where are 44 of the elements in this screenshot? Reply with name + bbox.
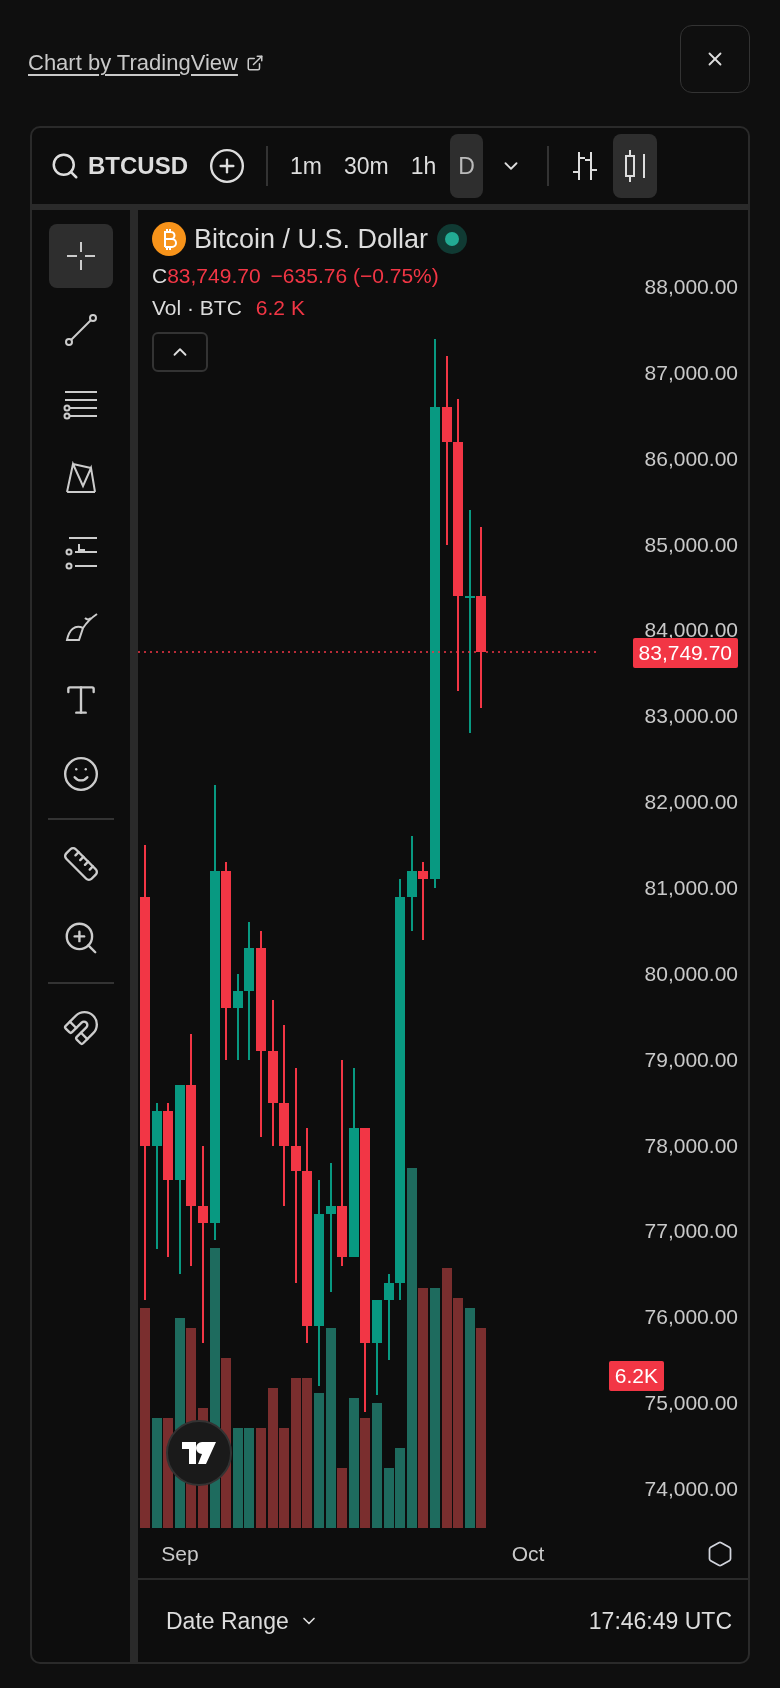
price-axis-label: 87,000.00	[644, 360, 738, 384]
last-price-tag: 83,749.70	[632, 638, 738, 668]
symbol-search-button[interactable]: BTCUSD	[50, 151, 196, 181]
symbol-label: BTCUSD	[88, 152, 188, 180]
volume-value: 6.2 K	[255, 296, 305, 320]
interval-button[interactable]: 1m	[282, 134, 330, 198]
price-axis-label: 88,000.00	[644, 275, 738, 298]
interval-button[interactable]: 30m	[335, 134, 397, 198]
price-axis-label: 75,000.00	[644, 1391, 738, 1415]
plus-icon	[208, 147, 246, 185]
price-axis-label: 77,000.00	[644, 1219, 738, 1243]
magnet-icon	[62, 1009, 100, 1047]
clock-text: 17:46:49 UTC	[588, 1607, 732, 1635]
price-axis-label: 79,000.00	[644, 1047, 738, 1071]
interval-button[interactable]: 1h	[402, 134, 445, 198]
price-axis-label: 86,000.00	[644, 446, 738, 470]
price-axis-label: 82,000.00	[644, 790, 738, 814]
chart-link[interactable]: Chart by TradingView	[28, 50, 264, 76]
price-axis-label: 81,000.00	[644, 876, 738, 899]
interval-button[interactable]: D	[450, 134, 483, 198]
external-link-icon	[245, 54, 264, 72]
price-axis-label: 85,000.00	[644, 532, 738, 556]
time-axis-label: Sep	[161, 1542, 199, 1565]
price-axis-label: 78,000.00	[644, 1133, 738, 1157]
symbol-title: Bitcoin / U.S. Dollar	[194, 223, 429, 255]
price-change: −635.76 (−0.75%)	[270, 264, 439, 288]
smiley-icon	[62, 755, 100, 793]
date-range-button[interactable]: Date Range	[166, 1607, 319, 1635]
search-icon	[50, 151, 80, 181]
price-axis-label: 80,000.00	[644, 961, 738, 985]
time-axis-label: Oct	[511, 1542, 545, 1565]
volume-tag: 6.2K	[608, 1361, 664, 1391]
ruler-icon	[62, 845, 100, 883]
settings-icon[interactable]	[706, 1540, 734, 1568]
chart-style-button[interactable]	[612, 134, 657, 198]
price-axis-label: 76,000.00	[644, 1305, 738, 1329]
volume-bar	[384, 1468, 394, 1528]
volume-label: Vol · BTC	[152, 296, 242, 320]
close-label: C	[152, 264, 168, 288]
close-price: 83,749.70	[167, 264, 261, 288]
market-status-icon	[436, 223, 469, 255]
price-axis-label: 74,000.00	[644, 1477, 738, 1500]
bitcoin-logo-icon	[152, 222, 186, 256]
price-axis-label: 83,000.00	[644, 704, 738, 728]
